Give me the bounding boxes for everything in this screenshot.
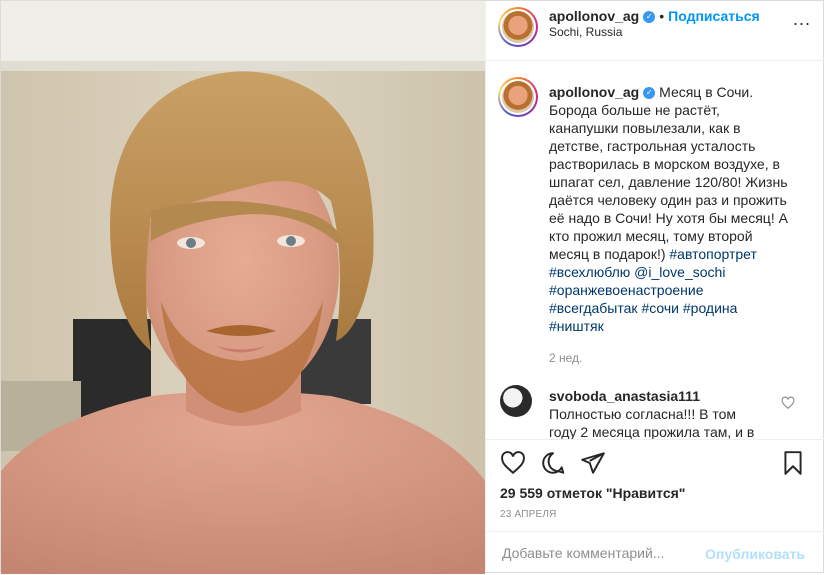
caption-line: детстве, гастрольная усталость (549, 138, 756, 154)
caption-username[interactable]: apollonov_ag (549, 84, 639, 100)
comment-item: svoboda_anastasia111 Полностью согласна!… (549, 387, 781, 439)
heart-icon[interactable] (500, 450, 526, 476)
hashtag-link[interactable]: #автопортрет (669, 246, 757, 262)
caption-line: канапушки повылезали, как в (549, 120, 741, 136)
hashtag-link[interactable]: #оранжевоенастроение (549, 282, 704, 298)
hashtag-link[interactable]: #ништяк (549, 318, 604, 334)
header-title-row: apollonov_ag ✓ • Подписаться (549, 8, 760, 26)
hashtag-link[interactable]: #сочи (641, 300, 679, 316)
post-modal: apollonov_ag ✓ • Подписаться Sochi, Russia … (0, 0, 824, 574)
separator-dot: • (659, 8, 665, 24)
likes-count[interactable]: 29 559 отметок "Нравится" (500, 485, 685, 501)
more-options-icon[interactable]: ... (793, 9, 811, 30)
comment-composer: Опубликовать (486, 531, 824, 575)
comment-text: году 2 месяца прожила там, и в (549, 424, 755, 439)
post-sidebar: apollonov_ag ✓ • Подписаться Sochi, Russia … (485, 1, 824, 574)
verified-badge-icon: ✓ (643, 87, 656, 100)
comments-scroll[interactable]: apollonov_ag ✓ Месяц в Сочи. Борода больш… (486, 61, 824, 439)
caption-line: кто прожил месяц, тому второй (549, 228, 753, 244)
caption-line: даётся человеку один раз и прожить (549, 192, 787, 208)
author-username[interactable]: apollonov_ag (549, 8, 639, 24)
post-date[interactable]: 23 АПРЕЛЯ (500, 509, 557, 520)
post-header: apollonov_ag ✓ • Подписаться Sochi, Russia … (486, 1, 824, 61)
hashtag-link[interactable]: #всехлюблю (549, 264, 630, 280)
caption-line: шпагат сел, давление 120/80! Жизнь (549, 174, 788, 190)
mention-link[interactable]: @i_love_sochi (634, 264, 725, 280)
comment-text: Полностью согласна!!! В том (549, 406, 736, 422)
comment-like-icon[interactable] (781, 396, 795, 410)
caption-avatar[interactable] (498, 77, 538, 117)
post-caption: apollonov_ag ✓ Месяц в Сочи. Борода больш… (549, 83, 807, 335)
commenter-avatar[interactable] (500, 385, 532, 417)
post-photo[interactable] (1, 1, 485, 574)
caption-line: Месяц в Сочи. (659, 84, 754, 100)
caption-time[interactable]: 2 нед. (549, 351, 582, 365)
hashtag-link[interactable]: #родина (683, 300, 738, 316)
verified-badge-icon: ✓ (643, 10, 656, 23)
action-bar (486, 439, 824, 488)
share-icon[interactable] (580, 450, 606, 476)
follow-button[interactable]: Подписаться (668, 8, 760, 24)
commenter-username[interactable]: svoboda_anastasia111 (549, 388, 700, 404)
caption-line: месяц в подарок!) (549, 246, 666, 262)
caption-line: растворилась в морском воздухе, в (549, 156, 780, 172)
author-avatar[interactable] (498, 7, 538, 47)
caption-line: её надо в Сочи! Ну хотя бы месяц! А (549, 210, 788, 226)
post-location[interactable]: Sochi, Russia (549, 25, 622, 39)
publish-button[interactable]: Опубликовать (705, 546, 805, 562)
comment-input[interactable] (500, 544, 704, 562)
bookmark-icon[interactable] (780, 450, 806, 476)
comment-icon[interactable] (540, 450, 566, 476)
hashtag-link[interactable]: #всегдабытак (549, 300, 638, 316)
caption-line: Борода больше не растёт, (549, 102, 720, 118)
